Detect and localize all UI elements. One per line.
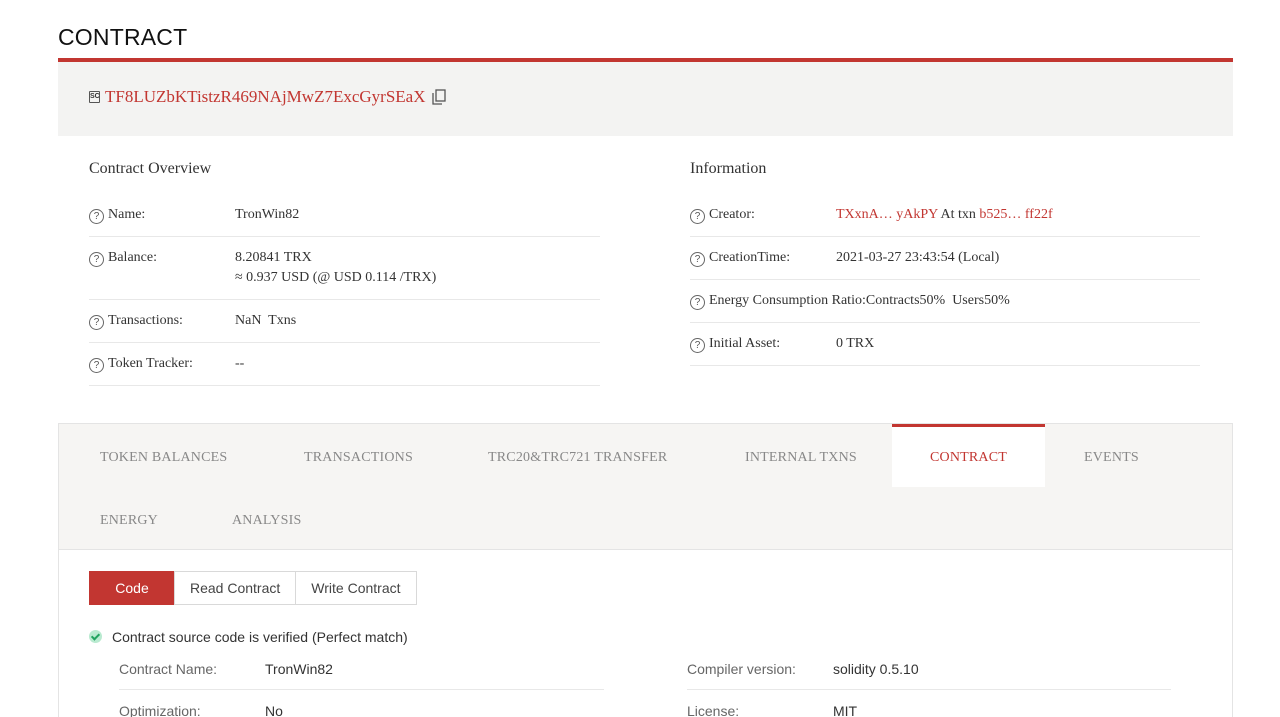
tab-token-balances[interactable]: TOKEN BALANCES bbox=[100, 450, 227, 466]
information-title: Information bbox=[690, 160, 767, 177]
optimization-row: Optimization: No bbox=[119, 703, 283, 717]
license-row: License: MIT bbox=[687, 703, 858, 717]
token-tracker-value: -- bbox=[235, 356, 245, 371]
code-button[interactable]: Code bbox=[89, 571, 175, 605]
help-icon[interactable]: ? bbox=[690, 252, 705, 267]
tab-contract[interactable]: CONTRACT bbox=[892, 424, 1045, 487]
help-icon[interactable]: ? bbox=[89, 315, 104, 330]
license-value: MIT bbox=[833, 703, 858, 717]
balance-value: 8.20841 TRX bbox=[235, 250, 312, 265]
contract-address-bar: SC TF8LUZbKTistzR469NAjMwZ7ExcGyrSEaX bbox=[58, 58, 1233, 136]
contract-name-info-value: TronWin82 bbox=[265, 661, 333, 677]
overview-panel: Contract Overview ? Name: TronWin82 ? Ba… bbox=[58, 136, 1233, 406]
overview-row-balance: ? Balance: 8.20841 TRX ≈ 0.937 USD (@ US… bbox=[89, 237, 600, 300]
contract-name-row: Contract Name: TronWin82 bbox=[119, 661, 333, 677]
contract-address-link[interactable]: TF8LUZbKTistzR469NAjMwZ7ExcGyrSEaX bbox=[105, 87, 425, 107]
verified-status: Contract source code is verified (Perfec… bbox=[89, 629, 408, 645]
info-row-creation-time: ? CreationTime: 2021-03-27 23:43:54 (Loc… bbox=[690, 237, 1200, 280]
divider bbox=[687, 689, 1171, 690]
help-icon[interactable]: ? bbox=[690, 338, 705, 353]
energy-contracts-value: Contracts50% bbox=[865, 293, 946, 308]
energy-ratio-label: Energy Consumption Ratio: bbox=[709, 293, 866, 308]
initial-asset-value: 0 TRX bbox=[836, 336, 875, 351]
copy-icon[interactable] bbox=[432, 89, 446, 105]
help-icon[interactable]: ? bbox=[89, 358, 104, 373]
help-icon[interactable]: ? bbox=[690, 295, 705, 310]
tab-analysis[interactable]: ANALYSIS bbox=[232, 513, 301, 529]
creation-txn-link[interactable]: b525… ff22f bbox=[979, 207, 1052, 222]
overview-row-name: ? Name: TronWin82 bbox=[89, 194, 600, 237]
tabs-panel: TOKEN BALANCES TRANSACTIONS TRC20&TRC721… bbox=[58, 423, 1233, 717]
tab-energy[interactable]: ENERGY bbox=[100, 513, 158, 529]
energy-users-value: Users50% bbox=[952, 293, 1010, 308]
tab-events[interactable]: EVENTS bbox=[1084, 450, 1139, 466]
contract-view-buttons: Code Read Contract Write Contract bbox=[89, 571, 417, 605]
page-title: CONTRACT bbox=[58, 24, 188, 50]
compiler-version-value: solidity 0.5.10 bbox=[833, 661, 919, 677]
contract-name-value: TronWin82 bbox=[235, 207, 300, 222]
creation-time-value: 2021-03-27 23:43:54 (Local) bbox=[836, 250, 1000, 265]
write-contract-button[interactable]: Write Contract bbox=[295, 571, 417, 605]
at-txn-label: At txn bbox=[940, 207, 976, 222]
optimization-value: No bbox=[265, 703, 283, 717]
overview-row-token-tracker: ? Token Tracker: -- bbox=[89, 343, 600, 386]
tab-bar: TOKEN BALANCES TRANSACTIONS TRC20&TRC721… bbox=[59, 424, 1232, 550]
info-row-initial-asset: ? Initial Asset: 0 TRX bbox=[690, 323, 1200, 366]
info-row-energy-ratio: ? Energy Consumption Ratio:Contracts50% … bbox=[690, 280, 1200, 323]
read-contract-button[interactable]: Read Contract bbox=[174, 571, 297, 605]
overview-row-transactions: ? Transactions: NaN Txns bbox=[89, 300, 600, 343]
balance-usd-value: ≈ 0.937 USD (@ USD 0.114 /TRX) bbox=[235, 270, 437, 285]
contract-overview-title: Contract Overview bbox=[89, 160, 212, 177]
help-icon[interactable]: ? bbox=[89, 209, 104, 224]
tab-internal-txns[interactable]: INTERNAL TXNS bbox=[745, 450, 857, 466]
transactions-value: NaN Txns bbox=[235, 313, 297, 328]
tab-transactions[interactable]: TRANSACTIONS bbox=[304, 450, 413, 466]
check-circle-icon bbox=[89, 630, 102, 643]
compiler-version-row: Compiler version: solidity 0.5.10 bbox=[687, 661, 919, 677]
divider bbox=[119, 689, 604, 690]
info-row-creator: ? Creator: TXxnA… yAkPY At txn b525… ff2… bbox=[690, 194, 1200, 237]
contract-icon: SC bbox=[89, 91, 100, 103]
help-icon[interactable]: ? bbox=[690, 209, 705, 224]
tab-trc20-trc721-transfer[interactable]: TRC20&TRC721 TRANSFER bbox=[488, 450, 667, 466]
help-icon[interactable]: ? bbox=[89, 252, 104, 267]
creator-address-link[interactable]: TXxnA… yAkPY bbox=[836, 207, 938, 222]
